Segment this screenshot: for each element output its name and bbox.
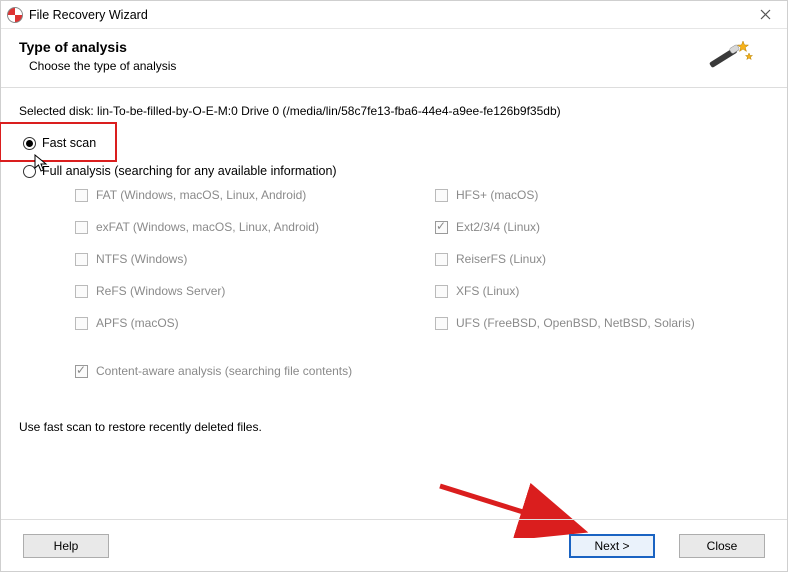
content-aware-label: Content-aware analysis (searching file c… (96, 364, 352, 378)
fs-xfs-checkbox: XFS (Linux) (435, 284, 755, 298)
app-icon (7, 7, 23, 23)
fs-reiserfs-checkbox: ReiserFS (Linux) (435, 252, 755, 266)
fs-ufs-checkbox: UFS (FreeBSD, OpenBSD, NetBSD, Solaris) (435, 316, 755, 330)
fs-exfat-checkbox: exFAT (Windows, macOS, Linux, Android) (75, 220, 435, 234)
fs-fat-checkbox: FAT (Windows, macOS, Linux, Android) (75, 188, 435, 202)
page-title: Type of analysis (19, 39, 705, 55)
fs-label: UFS (FreeBSD, OpenBSD, NetBSD, Solaris) (456, 316, 695, 330)
wizard-wand-icon (705, 37, 753, 77)
fs-label: Ext2/3/4 (Linux) (456, 220, 540, 234)
fs-label: HFS+ (macOS) (456, 188, 538, 202)
fs-hfs-checkbox: HFS+ (macOS) (435, 188, 755, 202)
title-bar: File Recovery Wizard (1, 1, 787, 29)
radio-icon (23, 165, 36, 178)
close-button[interactable]: Close (679, 534, 765, 558)
fs-label: XFS (Linux) (456, 284, 519, 298)
window-title: File Recovery Wizard (29, 8, 148, 22)
fs-label: exFAT (Windows, macOS, Linux, Android) (96, 220, 319, 234)
full-analysis-label: Full analysis (searching for any availab… (42, 164, 337, 178)
fast-scan-label: Fast scan (42, 136, 96, 150)
fs-refs-checkbox: ReFS (Windows Server) (75, 284, 435, 298)
fast-scan-option[interactable]: Fast scan (23, 136, 769, 150)
window-close-button[interactable] (743, 1, 787, 28)
full-analysis-option[interactable]: Full analysis (searching for any availab… (23, 164, 769, 178)
help-button[interactable]: Help (23, 534, 109, 558)
fs-label: ReFS (Windows Server) (96, 284, 225, 298)
fs-label: FAT (Windows, macOS, Linux, Android) (96, 188, 306, 202)
selected-disk-label: Selected disk: lin-To-be-filled-by-O-E-M… (19, 104, 769, 118)
radio-icon (23, 137, 36, 150)
fs-apfs-checkbox: APFS (macOS) (75, 316, 435, 330)
next-button[interactable]: Next > (569, 534, 655, 558)
fs-label: APFS (macOS) (96, 316, 179, 330)
wizard-header: Type of analysis Choose the type of anal… (1, 29, 787, 87)
fs-label: ReiserFS (Linux) (456, 252, 546, 266)
wizard-footer: Help Next > Close (1, 519, 787, 571)
content-aware-checkbox: Content-aware analysis (searching file c… (75, 364, 769, 378)
fs-label: NTFS (Windows) (96, 252, 187, 266)
fs-ext-checkbox: Ext2/3/4 (Linux) (435, 220, 755, 234)
fs-ntfs-checkbox: NTFS (Windows) (75, 252, 435, 266)
filesystem-options: FAT (Windows, macOS, Linux, Android) HFS… (75, 188, 769, 330)
close-icon (760, 9, 771, 20)
hint-text: Use fast scan to restore recently delete… (19, 420, 769, 434)
page-subtitle: Choose the type of analysis (29, 59, 705, 73)
